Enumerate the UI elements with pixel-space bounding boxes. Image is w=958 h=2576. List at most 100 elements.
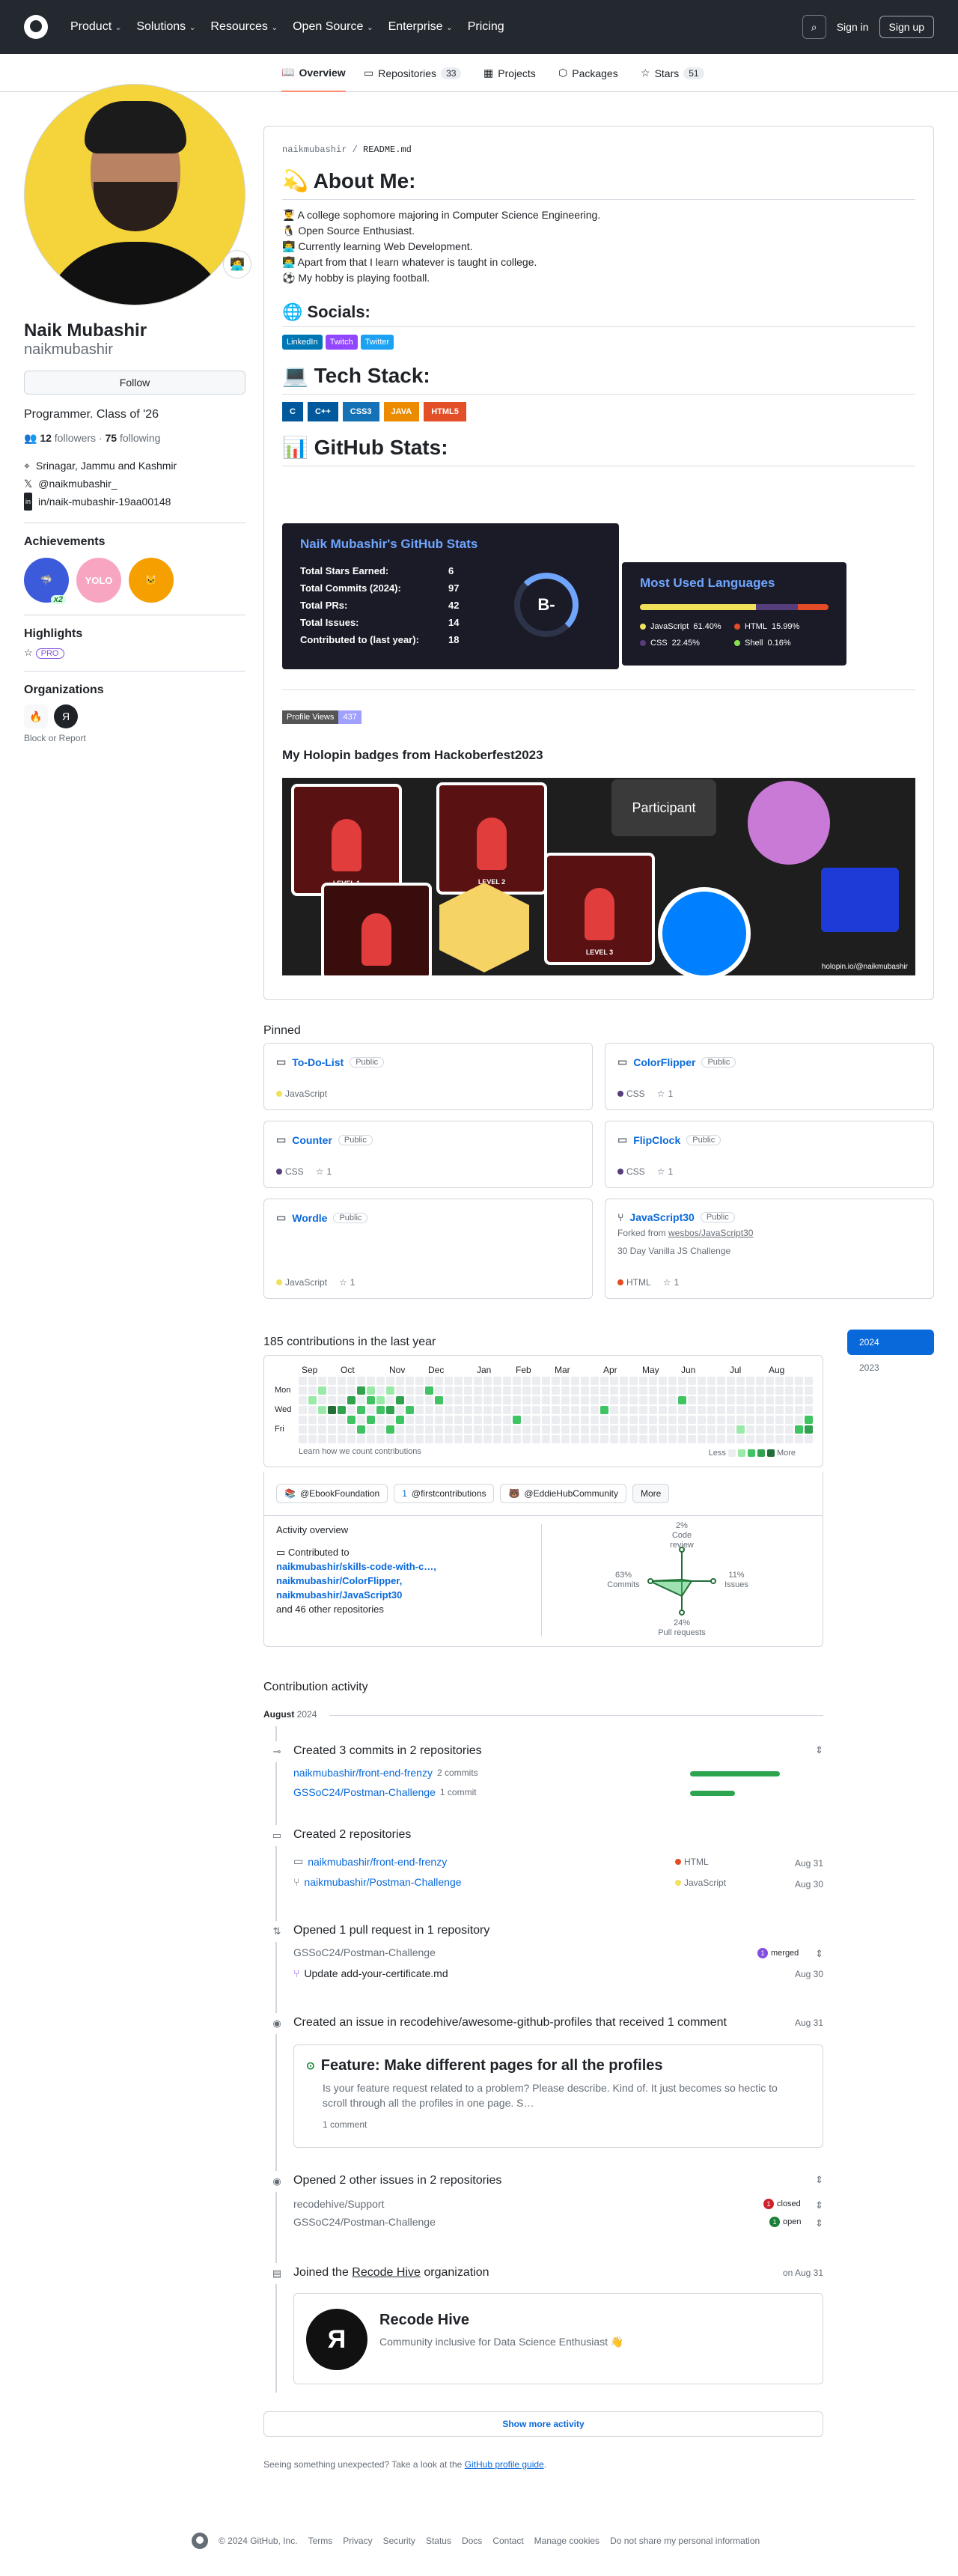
contribution-day[interactable] xyxy=(600,1435,608,1443)
contribution-day[interactable] xyxy=(766,1425,774,1434)
achievement-quickdraw-icon[interactable]: 🐱 xyxy=(129,558,174,603)
contribution-day[interactable] xyxy=(707,1396,716,1404)
contribution-day[interactable] xyxy=(649,1396,657,1404)
repo-stars[interactable]: ☆ 1 xyxy=(657,1166,673,1177)
contribution-day[interactable] xyxy=(746,1377,754,1385)
contribution-day[interactable] xyxy=(717,1416,725,1424)
contribution-day[interactable] xyxy=(571,1425,579,1434)
footer-link[interactable]: Docs xyxy=(462,2536,482,2546)
contribution-day[interactable] xyxy=(445,1377,453,1385)
contribution-day[interactable] xyxy=(396,1377,404,1385)
contribution-day[interactable] xyxy=(795,1416,803,1424)
contribution-day[interactable] xyxy=(571,1396,579,1404)
contribution-day[interactable] xyxy=(318,1386,326,1395)
contribution-day[interactable] xyxy=(406,1377,414,1385)
contribution-day[interactable] xyxy=(698,1435,706,1443)
contribution-day[interactable] xyxy=(522,1396,531,1404)
contribution-day[interactable] xyxy=(415,1435,424,1443)
tab-projects[interactable]: ▦ Projects xyxy=(483,54,536,92)
contribution-day[interactable] xyxy=(649,1425,657,1434)
contribution-day[interactable] xyxy=(376,1396,385,1404)
contribution-day[interactable] xyxy=(454,1416,463,1424)
contribution-day[interactable] xyxy=(756,1386,764,1395)
pinned-repo[interactable]: ▭ FlipClock Public CSS ☆ 1 xyxy=(605,1121,934,1188)
contribution-day[interactable] xyxy=(425,1425,433,1434)
contribution-day[interactable] xyxy=(513,1435,521,1443)
contribution-day[interactable] xyxy=(717,1377,725,1385)
contribution-day[interactable] xyxy=(756,1396,764,1404)
contribution-day[interactable] xyxy=(532,1406,540,1414)
contribution-day[interactable] xyxy=(445,1386,453,1395)
contribution-day[interactable] xyxy=(454,1386,463,1395)
contribution-day[interactable] xyxy=(464,1406,472,1414)
search-icon[interactable]: ⌕ xyxy=(802,15,826,39)
contribution-day[interactable] xyxy=(629,1396,638,1404)
contribution-day[interactable] xyxy=(785,1377,793,1385)
contribution-day[interactable] xyxy=(386,1406,394,1414)
contribution-day[interactable] xyxy=(766,1377,774,1385)
contribution-day[interactable] xyxy=(805,1377,813,1385)
contribution-day[interactable] xyxy=(581,1416,589,1424)
contribution-day[interactable] xyxy=(376,1406,385,1414)
contribution-day[interactable] xyxy=(805,1406,813,1414)
contribution-day[interactable] xyxy=(620,1406,628,1414)
contribution-day[interactable] xyxy=(367,1435,375,1443)
contribution-day[interactable] xyxy=(425,1377,433,1385)
contribution-day[interactable] xyxy=(357,1396,365,1404)
contribution-day[interactable] xyxy=(415,1386,424,1395)
contribution-day[interactable] xyxy=(376,1377,385,1385)
contribution-day[interactable] xyxy=(561,1377,570,1385)
contribution-day[interactable] xyxy=(308,1416,317,1424)
contribution-day[interactable] xyxy=(406,1435,414,1443)
contribution-day[interactable] xyxy=(688,1416,696,1424)
contribution-day[interactable] xyxy=(629,1377,638,1385)
contribution-day[interactable] xyxy=(727,1386,735,1395)
contribution-day[interactable] xyxy=(649,1377,657,1385)
contributed-repo-link[interactable]: naikmubashir/JavaScript30 xyxy=(276,1589,402,1601)
issue-comments-link[interactable]: 1 comment xyxy=(323,2119,811,2130)
contribution-day[interactable] xyxy=(698,1396,706,1404)
issue-title-link[interactable]: Feature: Make different pages for all th… xyxy=(321,2057,663,2074)
contribution-day[interactable] xyxy=(367,1406,375,1414)
nav-solutions[interactable]: Solutions ⌄ xyxy=(130,20,201,34)
contribution-day[interactable] xyxy=(445,1396,453,1404)
contribution-day[interactable] xyxy=(581,1396,589,1404)
contribution-day[interactable] xyxy=(503,1377,511,1385)
contribution-day[interactable] xyxy=(347,1416,356,1424)
contribution-day[interactable] xyxy=(396,1425,404,1434)
repo-link[interactable]: naikmubashir/Postman-Challenge xyxy=(304,1876,461,1888)
contribution-day[interactable] xyxy=(698,1416,706,1424)
contribution-day[interactable] xyxy=(766,1386,774,1395)
tab-repositories[interactable]: ▭ Repositories 33 xyxy=(364,54,462,92)
contribution-day[interactable] xyxy=(639,1386,647,1395)
contribution-day[interactable] xyxy=(629,1406,638,1414)
contribution-day[interactable] xyxy=(474,1416,482,1424)
contribution-day[interactable] xyxy=(338,1396,346,1404)
contribution-day[interactable] xyxy=(746,1406,754,1414)
contribution-day[interactable] xyxy=(698,1406,706,1414)
contribution-day[interactable] xyxy=(600,1396,608,1404)
contribution-day[interactable] xyxy=(493,1406,501,1414)
pinned-repo[interactable]: ▭ ColorFlipper Public CSS ☆ 1 xyxy=(605,1043,934,1110)
contribution-day[interactable] xyxy=(347,1425,356,1434)
contribution-day[interactable] xyxy=(659,1435,667,1443)
issue-repo-link[interactable]: recodehive/Support xyxy=(293,2198,384,2210)
contribution-day[interactable] xyxy=(659,1416,667,1424)
contribution-day[interactable] xyxy=(493,1386,501,1395)
contribution-day[interactable] xyxy=(571,1416,579,1424)
contribution-day[interactable] xyxy=(746,1396,754,1404)
contribution-day[interactable] xyxy=(357,1435,365,1443)
contribution-day[interactable] xyxy=(406,1396,414,1404)
repo-name[interactable]: Wordle xyxy=(292,1212,327,1224)
twitter-badge[interactable]: Twitter xyxy=(360,335,394,350)
contribution-day[interactable] xyxy=(775,1435,784,1443)
contribution-day[interactable] xyxy=(795,1425,803,1434)
contribution-day[interactable] xyxy=(668,1425,677,1434)
contribution-day[interactable] xyxy=(620,1396,628,1404)
contribution-day[interactable] xyxy=(522,1425,531,1434)
contribution-day[interactable] xyxy=(386,1396,394,1404)
contribution-day[interactable] xyxy=(318,1435,326,1443)
github-logo-icon[interactable] xyxy=(192,2533,208,2549)
contribution-day[interactable] xyxy=(376,1416,385,1424)
contribution-day[interactable] xyxy=(610,1396,618,1404)
